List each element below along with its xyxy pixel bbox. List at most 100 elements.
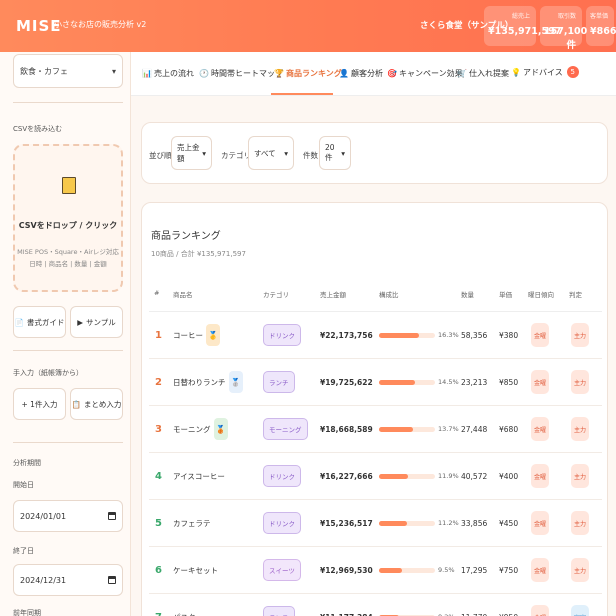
quantity: 33,856 [461, 518, 488, 528]
document-icon: 📄 [14, 317, 24, 327]
product-name: コーヒー [173, 330, 203, 340]
tab-product-ranking[interactable]: 🏆 商品ランキング [274, 68, 342, 79]
col-header-judge[interactable]: 判定 [569, 289, 582, 299]
table-row[interactable]: 4 アイスコーヒー ドリンク ¥16,227,666 11.9% 40,572 ¥400 金曜… [149, 453, 602, 500]
col-header-rank[interactable]: # [154, 289, 159, 297]
category-select[interactable]: すべて ▾ [248, 136, 294, 170]
tab-label: アドバイス [522, 67, 563, 77]
share-bar [379, 333, 435, 338]
bulb-icon: 💡 [511, 67, 521, 77]
judgement-badge: 安定 [571, 605, 589, 616]
col-header-price[interactable]: 単価 [499, 289, 512, 299]
sales-amount: ¥11,177,384 [320, 594, 373, 616]
category-cell: ランチ [263, 359, 295, 405]
ranking-title: 商品ランキング [151, 231, 221, 242]
rank-number: 4 [155, 470, 162, 482]
divider [13, 442, 123, 443]
chevron-down-icon: ▾ [341, 148, 345, 158]
unit-price: ¥450 [499, 518, 519, 528]
share-bar [379, 568, 435, 573]
product-name-cell: モーニング 🥉 [173, 406, 228, 452]
product-name: アイスコーヒー [173, 471, 225, 481]
chevron-down-icon: ▾ [111, 66, 116, 76]
tab-label: 時間帯ヒートマップ [210, 69, 283, 78]
tab-label: 売上の流れ [153, 69, 194, 78]
judge-cell: 主力 [571, 500, 589, 546]
bulk-input-button[interactable]: 📋 まとめ入力 [70, 388, 123, 420]
col-header-trend[interactable]: 曜日傾向 [528, 289, 554, 299]
sample-button[interactable]: ▶ サンプル [70, 306, 123, 338]
unit-price: ¥400 [499, 471, 519, 481]
share-percent: 16.3% [438, 331, 459, 339]
clock-icon: 🕐 [199, 69, 209, 78]
sales-amount: ¥18,668,589 [320, 424, 373, 434]
table-row[interactable]: 2 日替わりランチ 🥈 ランチ ¥19,725,622 14.5% 23,213 ¥850 金曜… [149, 359, 602, 406]
category-cell: ドリンク [263, 453, 301, 499]
product-name-cell: カフェラテ [173, 500, 211, 546]
share-bar [379, 427, 435, 432]
sort-select[interactable]: 売上金額 ▾ [171, 136, 212, 170]
sales-amount: ¥15,236,517 [320, 518, 373, 528]
count-value: 20件 [325, 143, 335, 162]
format-guide-button[interactable]: 📄 書式ガイド [13, 306, 66, 338]
csv-dropzone[interactable]: CSVをドロップ / クリック MISE POS・Square・Airレジ対応 … [13, 144, 123, 292]
weekday-trend-badge: 金曜 [531, 417, 549, 441]
product-name: モーニング [173, 424, 211, 434]
sort-label: 並び順 [149, 151, 172, 160]
folder-icon [62, 177, 76, 194]
table-row[interactable]: 7 パスタ ランチ ¥11,177,384 8.2% 11,770 ¥950 金曜 安定 [149, 594, 602, 616]
filter-panel: 並び順 売上金額 ▾ カテゴリ すべて ▾ 件数 20件 ▾ [141, 122, 608, 184]
col-header-qty[interactable]: 数量 [461, 289, 474, 299]
tab-campaign[interactable]: 🎯 キャンペーン効果 [387, 68, 463, 79]
product-name: カフェラテ [173, 518, 211, 528]
col-header-category[interactable]: カテゴリ [263, 289, 289, 299]
tab-purchase-suggest[interactable]: 🛒 仕入れ提案 [457, 68, 509, 79]
tab-advice[interactable]: 💡 アドバイス 5 [511, 66, 579, 78]
rank-number: 1 [155, 329, 162, 341]
table-row[interactable]: 5 カフェラテ ドリンク ¥15,236,517 11.2% 33,856 ¥450 金曜 主力 [149, 500, 602, 547]
share-percent: 9.5% [438, 566, 455, 574]
add-one-button[interactable]: + 1件入力 [13, 388, 66, 420]
tab-label: 仕入れ提案 [468, 69, 509, 78]
stat-avg-ticket: 客単価 ¥866 [586, 6, 616, 46]
unit-price: ¥950 [499, 594, 518, 616]
col-header-name[interactable]: 商品名 [173, 289, 193, 299]
count-select[interactable]: 20件 ▾ [319, 136, 351, 170]
add-one-label: + 1件入力 [21, 399, 58, 409]
share-bar-fill [379, 380, 415, 385]
stat-label: 総売上 [511, 13, 530, 20]
share-bar-fill [379, 474, 409, 479]
chevron-down-icon: ▾ [284, 148, 288, 158]
table-row[interactable]: 6 ケーキセット スイーツ ¥12,969,530 9.5% 17,295 ¥750 金曜 主力 [149, 547, 602, 594]
stat-total-sales: 総売上 ¥135,971,597 [484, 6, 561, 46]
cart-icon: 🛒 [457, 69, 467, 78]
format-guide-label: 書式ガイド [26, 317, 65, 327]
table-row[interactable]: 3 モーニング 🥉 モーニング ¥18,668,589 13.7% 27,448 ¥680 金曜… [149, 406, 602, 453]
industry-select[interactable]: 飲食・カフェ ▾ [13, 54, 123, 88]
product-name-cell: パスタ [173, 594, 196, 616]
table-row[interactable]: 1 コーヒー 🥇 ドリンク ¥22,173,756 16.3% 58,356 ¥380 金曜 主力 [149, 312, 602, 359]
col-header-sales[interactable]: 売上金額 [320, 289, 346, 299]
sales-amount: ¥16,227,666 [320, 471, 373, 481]
tab-sales-flow[interactable]: 📊 売上の流れ [142, 68, 194, 79]
unit-price: ¥680 [499, 424, 519, 434]
weekday-trend-badge: 金曜 [531, 464, 549, 488]
tab-heatmap[interactable]: 🕐 時間帯ヒートマップ [199, 68, 283, 79]
rank-number: 7 [155, 594, 162, 616]
trophy-icon: 🏆 [274, 69, 284, 78]
weekday-trend-badge: 金曜 [531, 511, 549, 535]
quantity: 23,213 [461, 377, 488, 387]
tab-customer-analysis[interactable]: 👤 顧客分析 [339, 68, 383, 79]
category-label: カテゴリ [221, 151, 251, 160]
weekday-trend-badge: 金曜 [531, 370, 549, 394]
col-header-share[interactable]: 構成比 [379, 289, 399, 299]
manual-section-label: 手入力（紙帳簿から） [13, 369, 83, 377]
judge-cell: 主力 [571, 547, 589, 593]
share-bar-fill [379, 568, 403, 573]
category-value: すべて [254, 148, 276, 158]
share-bar-fill [379, 427, 413, 432]
start-date-input[interactable]: 2024/01/01 [13, 500, 123, 532]
end-date-input[interactable]: 2024/12/31 [13, 564, 123, 596]
unit-price: ¥750 [499, 565, 519, 575]
judgement-badge: 主力 [571, 370, 589, 394]
